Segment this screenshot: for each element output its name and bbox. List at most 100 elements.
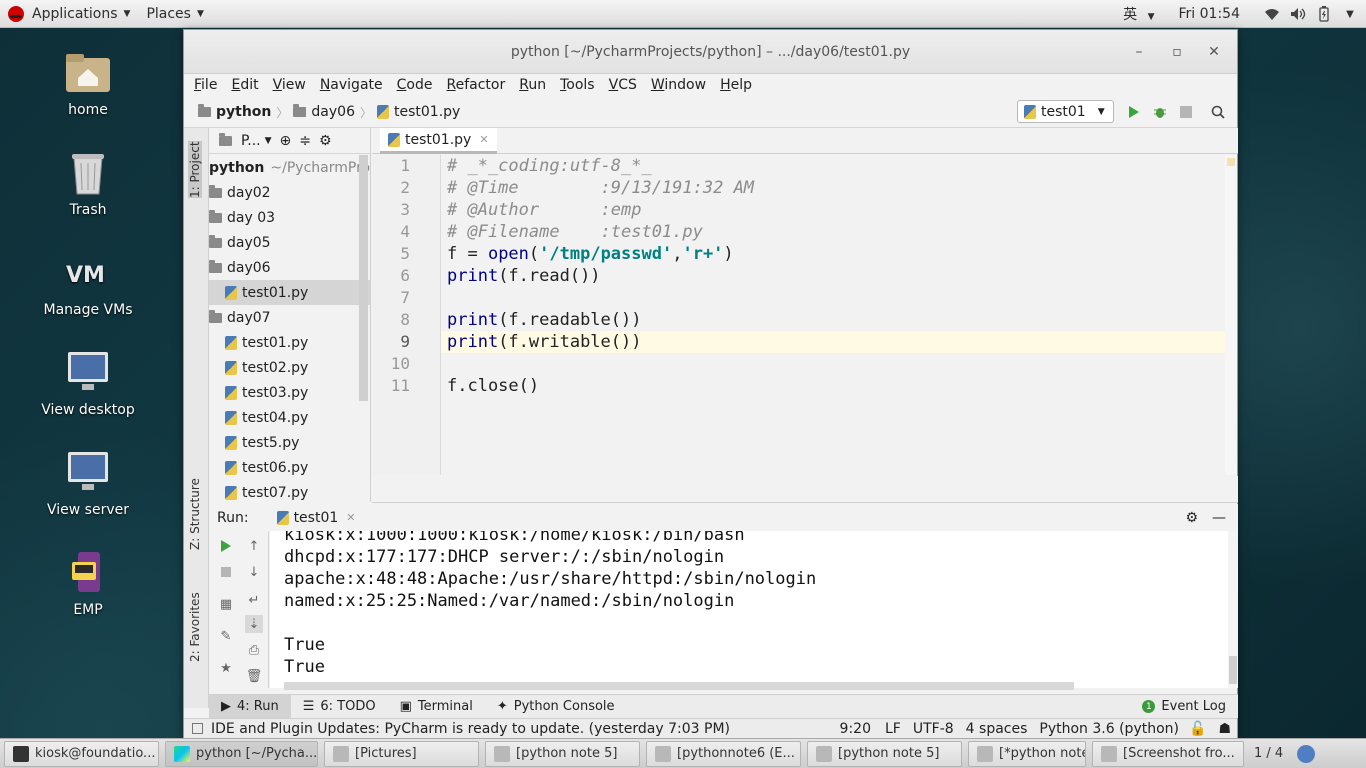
tree-file[interactable]: test04.py [209,405,370,430]
code-editor[interactable]: # _*_coding:utf-8_*_ # @Time :9/13/191:3… [442,155,1225,475]
task-pycharm[interactable]: python [~/Pycha... [165,740,318,767]
tree-file-selected[interactable]: test01.py [209,280,370,305]
favorite-star-icon[interactable]: ★ [217,659,235,677]
desktop-icon-manage-vms[interactable]: VM Manage VMs [30,248,146,318]
tab-structure[interactable]: Z: Structure [188,478,202,550]
run-tab[interactable]: test01 ✕ [276,510,355,526]
rerun-button[interactable] [217,537,235,555]
stop-button[interactable] [217,563,235,581]
tree-root[interactable]: python ~/PycharmProjects [209,155,370,180]
menu-run[interactable]: Run [519,77,546,93]
desktop-icon-view-desktop[interactable]: View desktop [30,348,146,418]
menu-code[interactable]: Code [397,77,433,93]
desktop-icon-home[interactable]: home [30,48,146,118]
desktop-icon-emp[interactable]: EMP [30,548,146,618]
status-message[interactable]: IDE and Plugin Updates: PyCharm is ready… [211,721,730,737]
task-terminal[interactable]: kiosk@foundatio... [4,740,159,767]
tree-file[interactable]: test06.py [209,455,370,480]
system-menu-caret-icon[interactable]: ▼ [1342,6,1358,22]
task-note[interactable]: [python note 5] [807,740,962,767]
tool-tab-python-console[interactable]: ✦ Python Console [485,695,627,719]
clock[interactable]: Fri 01:54 [1179,6,1240,22]
tree-file[interactable]: test02.py [209,355,370,380]
run-configuration-select[interactable]: test01 ▼ [1017,100,1114,123]
tree-folder[interactable]: day05 [209,230,370,255]
tool-tab-event-log[interactable]: 1 Event Log [1130,695,1238,719]
close-tab-icon[interactable]: ✕ [346,511,355,524]
close-tab-icon[interactable]: ✕ [479,133,488,146]
console-vscrollbar[interactable] [1228,531,1238,688]
input-method-indicator[interactable]: 英 ▼ [1123,4,1154,24]
scroll-to-end-icon[interactable]: ⇣ [245,615,263,633]
close-button[interactable]: ✕ [1204,42,1224,62]
menu-navigate[interactable]: Navigate [320,77,383,93]
desktop-icon-trash[interactable]: Trash [30,148,146,218]
desktop-icon-view-server[interactable]: View server [30,448,146,518]
pin-icon[interactable]: ✎ [217,627,235,645]
breadcrumb-file[interactable]: test01.py [377,104,460,120]
console-hscrollbar[interactable] [284,682,1074,690]
debug-button[interactable] [1152,104,1168,120]
menu-file[interactable]: File [194,77,217,93]
breadcrumb-project[interactable]: python [198,104,271,120]
inspection-marker-icon[interactable] [1227,158,1235,166]
run-button[interactable] [1126,104,1142,120]
places-menu[interactable]: Places ▼ [138,0,211,28]
tree-file[interactable]: test01.py [209,330,370,355]
tree-folder[interactable]: day07 [209,305,370,330]
menu-help[interactable]: Help [720,77,752,93]
volume-icon[interactable] [1290,6,1306,22]
tool-tab-todo[interactable]: ☰ 6: TODO [291,695,388,719]
tab-project[interactable]: 1: Project [188,141,202,198]
task-note[interactable]: [*python note5 ... [968,740,1086,767]
console-vscroll-thumb[interactable] [1229,656,1237,684]
task-pictures[interactable]: [Pictures] [324,740,479,767]
battery-icon[interactable] [1316,6,1332,22]
notification-icon[interactable] [1297,744,1316,763]
applications-menu[interactable]: Applications ▼ [0,0,138,28]
minimize-panel-icon[interactable]: — [1212,510,1226,526]
line-separator[interactable]: LF [885,721,901,737]
menu-window[interactable]: Window [651,77,706,93]
layout-icon[interactable]: ▦ [217,595,235,613]
indent-setting[interactable]: 4 spaces [966,721,1028,737]
project-scrollbar[interactable] [359,155,368,401]
window-titlebar[interactable]: python [~/PycharmProjects/python] – .../… [184,30,1237,74]
locate-icon[interactable]: ⊕ [280,133,292,149]
tree-file[interactable]: test5.py [209,430,370,455]
file-encoding[interactable]: UTF-8 [913,721,954,737]
wifi-icon[interactable] [1264,6,1280,22]
caret-position[interactable]: 9:20 [840,721,871,737]
editor-tab[interactable]: test01.py ✕ [380,128,497,154]
soft-wrap-icon[interactable]: ↵ [245,591,263,609]
print-icon[interactable]: ⎙ [245,641,263,659]
breadcrumb-folder[interactable]: day06 [293,104,355,120]
console-output[interactable]: kiosk:x:1000:1000:kiosk:/home/kiosk:/bin… [270,531,1228,688]
task-note[interactable]: [python note 5] [485,740,640,767]
lock-icon[interactable]: 🔓 [1189,721,1206,737]
trash-icon[interactable]: 🗑 [245,667,263,685]
search-everywhere-icon[interactable] [1210,104,1226,120]
menu-vcs[interactable]: VCS [609,77,637,93]
tree-folder[interactable]: day06 [209,255,370,280]
collapse-icon[interactable]: ≑ [299,133,311,149]
gear-icon[interactable]: ⚙ [1185,510,1198,526]
tab-favorites[interactable]: 2: Favorites [188,592,202,662]
tree-file[interactable]: test03.py [209,380,370,405]
task-screenshot[interactable]: [Screenshot fro... [1092,740,1244,767]
tool-tab-run[interactable]: ▶ 4: Run [209,694,291,719]
toggle-tool-windows-icon[interactable] [192,723,203,734]
menu-refactor[interactable]: Refactor [446,77,505,93]
inspector-icon[interactable]: ☗ [1218,721,1231,737]
scroll-down-icon[interactable]: ↓ [245,563,263,581]
stop-button[interactable] [1178,104,1194,120]
python-interpreter[interactable]: Python 3.6 (python) [1039,721,1179,737]
workspace-indicator[interactable]: 1 / 4 [1254,746,1283,761]
tree-file[interactable]: test07.py [209,480,370,502]
menu-tools[interactable]: Tools [560,77,595,93]
tree-folder[interactable]: day 03 [209,205,370,230]
gear-icon[interactable]: ⚙ [319,133,332,149]
editor-scrollbar[interactable] [1225,155,1237,475]
menu-edit[interactable]: Edit [231,77,258,93]
maximize-button[interactable]: ▫ [1167,42,1187,62]
